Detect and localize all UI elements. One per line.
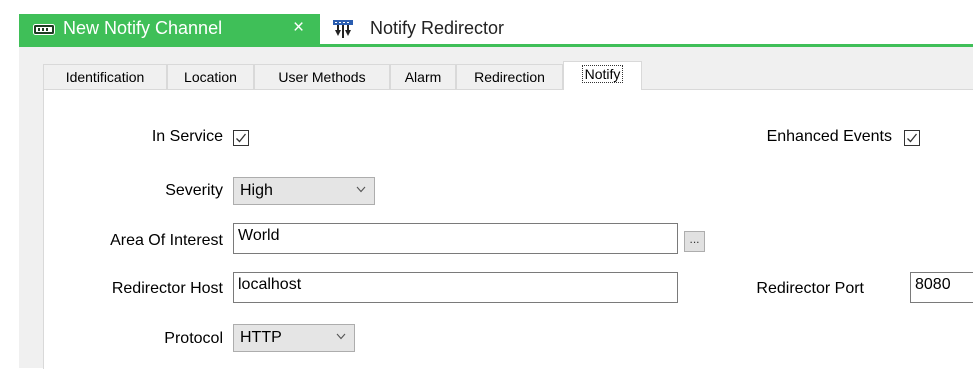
notify-tab-content: In Service Enhanced Events Severity High…: [43, 89, 973, 369]
tab-new-notify-channel[interactable]: New Notify Channel ×: [19, 14, 320, 44]
redirector-port-field[interactable]: 8080: [910, 272, 973, 303]
tab-identification[interactable]: Identification: [43, 64, 167, 89]
severity-value: High: [240, 182, 273, 199]
redirector-host-label: Redirector Host: [111, 280, 223, 297]
browse-button[interactable]: ...: [684, 231, 705, 252]
tab-title: New Notify Channel: [63, 18, 223, 38]
document-tab-bar: New Notify Channel × Notify Redirector: [0, 0, 973, 48]
in-service-checkbox[interactable]: [233, 130, 249, 146]
tab-notify-redirector[interactable]: Notify Redirector: [320, 14, 580, 44]
redirector-host-value: localhost: [238, 276, 302, 293]
property-panel: Identification Location User Methods Ala…: [19, 47, 973, 369]
tab-location[interactable]: Location: [167, 64, 254, 89]
checkmark-icon: [236, 133, 247, 143]
severity-label: Severity: [165, 182, 223, 199]
chevron-down-icon: [356, 186, 366, 193]
channel-icon: [33, 24, 55, 35]
chevron-down-icon: [336, 333, 346, 340]
protocol-label: Protocol: [164, 330, 223, 347]
tab-alarm[interactable]: Alarm: [390, 64, 456, 89]
redirector-host-field[interactable]: localhost: [233, 272, 678, 303]
area-of-interest-field[interactable]: World: [233, 223, 678, 254]
redirector-port-label: Redirector Port: [756, 280, 864, 297]
tab-label: Location: [184, 69, 237, 85]
tab-title: Notify Redirector: [370, 18, 505, 38]
checkmark-icon: [907, 133, 918, 143]
protocol-value: HTTP: [240, 329, 282, 346]
enhanced-events-label: Enhanced Events: [766, 128, 892, 145]
network-icon: [333, 20, 353, 38]
tab-label: Notify: [581, 65, 624, 83]
tab-label: Identification: [65, 69, 145, 85]
redirector-port-value: 8080: [915, 276, 951, 293]
in-service-label: In Service: [151, 128, 223, 145]
tab-redirection[interactable]: Redirection: [456, 64, 563, 89]
tab-notify[interactable]: Notify: [563, 61, 642, 90]
tab-label: User Methods: [278, 69, 366, 85]
tab-user-methods[interactable]: User Methods: [254, 64, 390, 89]
area-of-interest-value: World: [238, 227, 280, 244]
tab-label: Alarm: [404, 69, 442, 85]
area-of-interest-label: Area Of Interest: [110, 232, 223, 249]
protocol-select[interactable]: HTTP: [233, 324, 355, 352]
close-icon[interactable]: ×: [293, 17, 304, 39]
enhanced-events-checkbox[interactable]: [904, 130, 920, 146]
tab-label: Redirection: [474, 69, 545, 85]
severity-select[interactable]: High: [233, 177, 375, 205]
